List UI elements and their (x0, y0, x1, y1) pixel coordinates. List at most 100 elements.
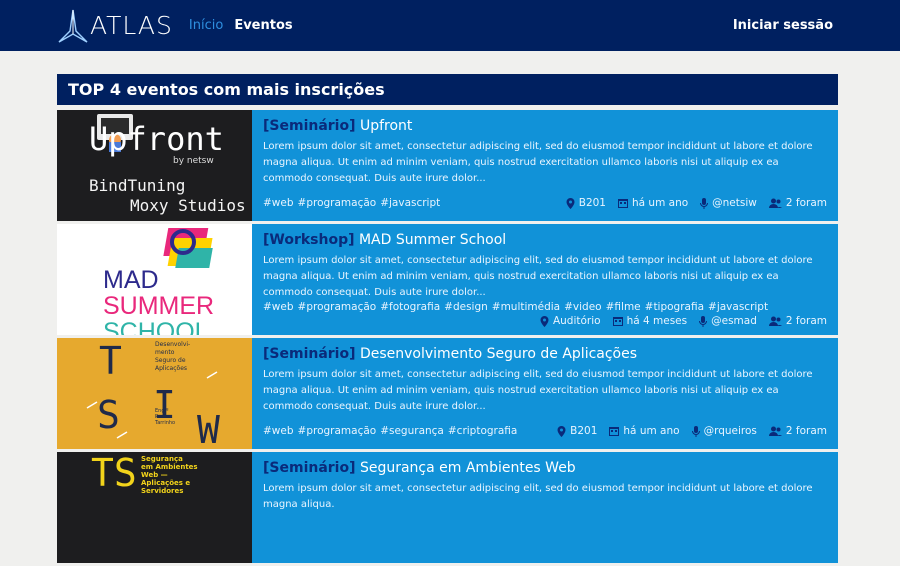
attendees-text: 2 foram (785, 197, 827, 209)
tag[interactable]: #programação (298, 197, 377, 209)
speaker-text: @esmad (711, 315, 757, 327)
nav-link-inicio[interactable]: Início (189, 18, 223, 33)
event-name: Desenvolvimento Seguro de Aplicações (359, 346, 638, 362)
poster-caption-2: em Ambientes (141, 463, 198, 471)
tag[interactable]: #tipografia (645, 301, 704, 313)
poster-sponsor: by netsw (173, 156, 214, 166)
tag[interactable]: #web (263, 425, 294, 437)
main-container: TOP 4 eventos com mais inscrições Upfron… (57, 74, 838, 566)
event-description: Lorem ipsum dolor sit amet, consectetur … (263, 141, 813, 184)
tag[interactable]: #web (263, 197, 294, 209)
microphone-icon (700, 197, 709, 209)
poster-image: TS Segurança em Ambientes Web — Aplicaçõ… (91, 452, 198, 495)
event-type: [Seminário] (263, 118, 356, 134)
event-description: Lorem ipsum dolor sit amet, consectetur … (263, 369, 813, 412)
poster-big: TS (91, 452, 137, 495)
event-meta: Auditório há 4 meses @esmad 2 foram (540, 315, 827, 327)
event-attendees: 2 foram (768, 315, 827, 327)
event-description: Lorem ipsum dolor sit amet, consectetur … (263, 255, 813, 298)
microphone-icon (691, 425, 700, 437)
event-footer: #web #programação #segurança #criptograf… (263, 425, 827, 437)
event-list: Upfront by netsw BindTuning Moxy Studios… (57, 110, 838, 563)
event-body: [Seminário] Segurança em Ambientes Web L… (252, 452, 838, 563)
event-location: B201 (566, 197, 606, 209)
calendar-icon (617, 199, 628, 208)
poster-line-1: MAD (103, 266, 159, 294)
map-marker-icon (540, 315, 549, 327)
event-meta: B201 há um ano @rqueiros 2 foram (557, 425, 827, 437)
poster-big-4: W (197, 408, 220, 449)
poster-caption-4: Aplicações (155, 365, 187, 372)
event-speaker: @rqueiros (691, 425, 757, 437)
map-marker-icon (566, 197, 575, 209)
location-text: B201 (578, 197, 606, 209)
event-footer: #web #programação #fotografia #design #m… (263, 301, 827, 327)
event-body: [Workshop] MAD Summer School Lorem ipsum… (252, 224, 838, 335)
event-title[interactable]: [Seminário] Desenvolvimento Seguro de Ap… (263, 346, 827, 362)
event-poster[interactable]: TS Segurança em Ambientes Web — Aplicaçõ… (57, 452, 252, 563)
microphone-icon (699, 315, 708, 327)
event-time: há um ano (609, 425, 680, 437)
tag[interactable]: #programação (298, 301, 377, 313)
event-card[interactable]: TS Segurança em Ambientes Web — Aplicaçõ… (57, 452, 838, 563)
event-title[interactable]: [Seminário] Segurança em Ambientes Web (263, 460, 827, 476)
nav-link-eventos[interactable]: Eventos (234, 18, 292, 33)
tag[interactable]: #video (564, 301, 601, 313)
event-name: Upfront (359, 118, 413, 134)
event-time: há um ano (617, 197, 688, 209)
calendar-icon (612, 317, 623, 326)
users-icon (768, 316, 782, 326)
location-text: B201 (570, 425, 598, 437)
nav-links: Início Eventos (189, 18, 293, 33)
tag[interactable]: #multimédia (492, 301, 560, 313)
event-body: [Seminário] Upfront Lorem ipsum dolor si… (252, 110, 838, 221)
calendar-icon (609, 427, 620, 436)
event-speaker: @netsiw (700, 197, 757, 209)
tag[interactable]: #javascript (380, 197, 440, 209)
users-icon (768, 198, 782, 208)
map-marker-icon (557, 425, 566, 437)
login-link[interactable]: Iniciar sessão (733, 18, 833, 33)
poster-line-3: SCHOOL (103, 318, 209, 335)
tag[interactable]: #web (263, 301, 294, 313)
event-tags: #web #programação #javascript (263, 197, 440, 209)
location-text: Auditório (552, 315, 601, 327)
tag[interactable]: #criptografia (448, 425, 517, 437)
poster-caption-5: Servidores (141, 487, 183, 495)
poster-caption-2: mento (155, 349, 175, 356)
event-tags: #web #programação #fotografia #design #m… (263, 301, 827, 313)
event-card[interactable]: Upfront by netsw BindTuning Moxy Studios… (57, 110, 838, 221)
tag[interactable]: #segurança (380, 425, 444, 437)
event-card[interactable]: MAD SUMMER SCHOOL [Workshop] MAD Summer … (57, 224, 838, 335)
tag[interactable]: #filme (606, 301, 641, 313)
event-name: Segurança em Ambientes Web (359, 460, 576, 476)
tag[interactable]: #design (444, 301, 488, 313)
speaker-text: @rqueiros (703, 425, 757, 437)
brand-logo[interactable]: ATLAS (58, 9, 173, 43)
brand-name: ATLAS (90, 11, 173, 40)
event-name: MAD Summer School (358, 232, 507, 248)
event-time: há 4 meses (612, 315, 688, 327)
event-type: [Seminário] (263, 460, 356, 476)
attendees-text: 2 foram (785, 425, 827, 437)
event-description: Lorem ipsum dolor sit amet, consectetur … (263, 483, 813, 510)
event-poster[interactable]: Upfront by netsw BindTuning Moxy Studios (57, 110, 252, 221)
event-footer: #web #programação #javascript B201 há um… (263, 197, 827, 209)
tag[interactable]: #programação (298, 425, 377, 437)
poster-caption-3: Seguro de (155, 357, 186, 364)
event-card[interactable]: T S I W Desenvolvi- mento Seguro de Apli… (57, 338, 838, 449)
event-title[interactable]: [Seminário] Upfront (263, 118, 827, 134)
tag[interactable]: #javascript (708, 301, 768, 313)
time-text: há 4 meses (626, 315, 688, 327)
event-poster[interactable]: MAD SUMMER SCHOOL (57, 224, 252, 335)
event-tags: #web #programação #segurança #criptograf… (263, 425, 517, 437)
poster-line-2: SUMMER (103, 292, 214, 320)
tag[interactable]: #fotografia (380, 301, 440, 313)
poster-image: T S I W Desenvolvi- mento Seguro de Apli… (86, 339, 220, 449)
event-speaker: @esmad (699, 315, 757, 327)
event-poster[interactable]: T S I W Desenvolvi- mento Seguro de Apli… (57, 338, 252, 449)
event-type: [Seminário] (263, 346, 356, 362)
event-title[interactable]: [Workshop] MAD Summer School (263, 232, 827, 248)
poster-caption-3: Web — (141, 471, 168, 479)
poster-line-4: Moxy Studios (130, 196, 246, 215)
